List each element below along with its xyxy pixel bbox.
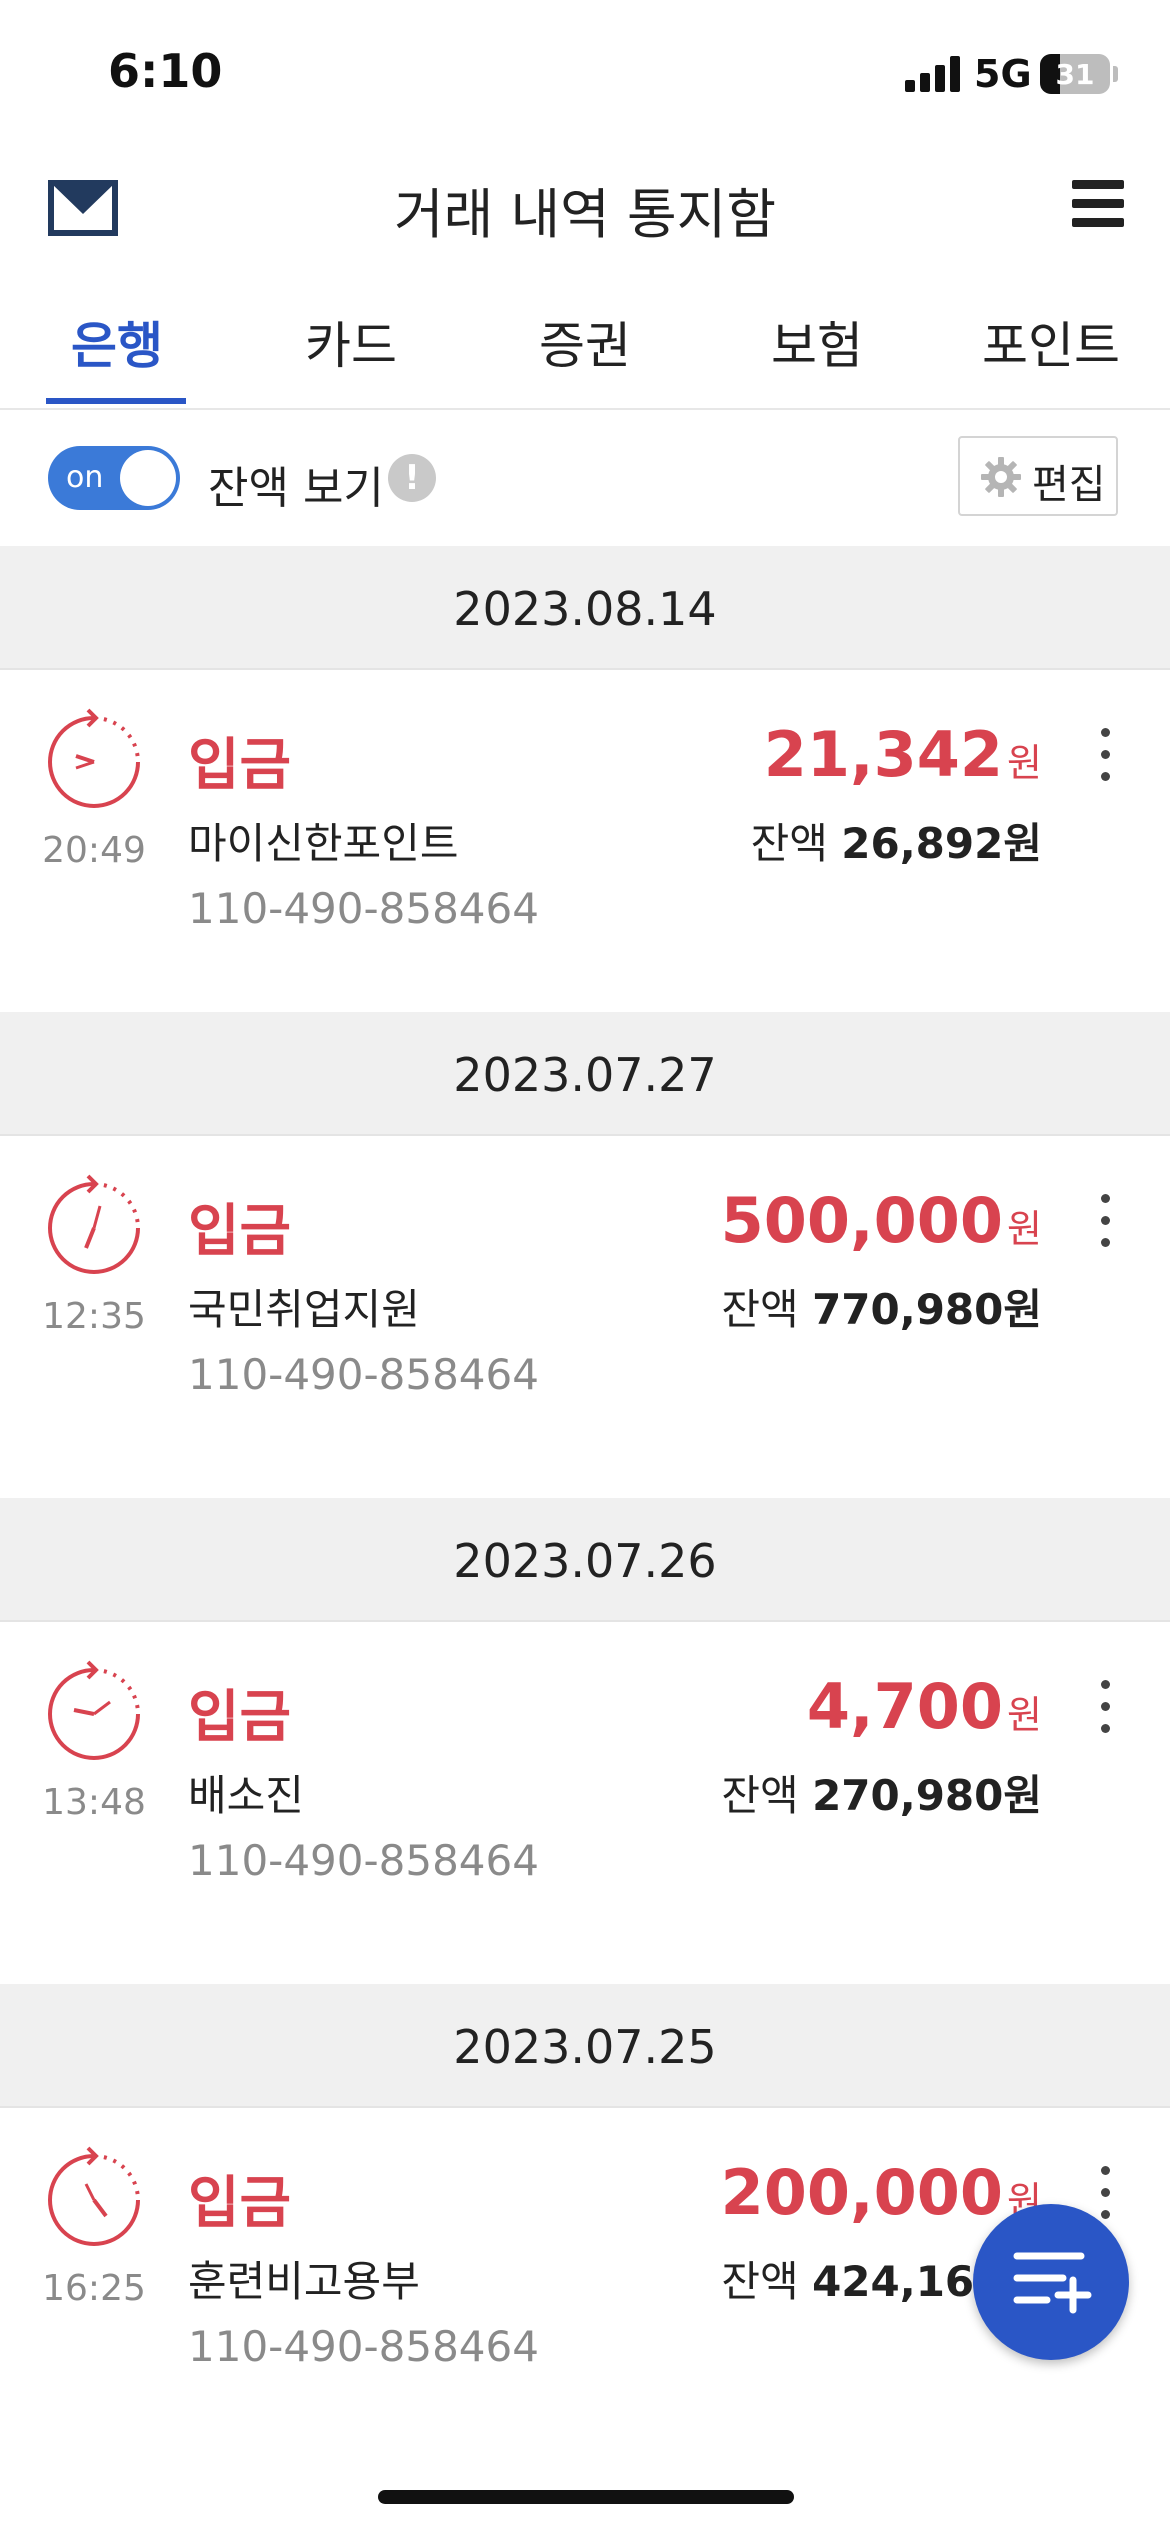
status-time: 6:10 bbox=[108, 44, 223, 98]
transaction-item[interactable]: 20:49 입금 마이신한포인트 110-490-858464 21,342 원 … bbox=[0, 670, 1170, 1032]
balance-value: 770,980원 bbox=[812, 1285, 1042, 1334]
gear-icon bbox=[981, 457, 1021, 497]
transaction-balance: 잔액 770,980원 bbox=[721, 1276, 1042, 1337]
battery-level: 31 bbox=[1055, 58, 1095, 91]
account-number: 110-490-858464 bbox=[188, 1350, 539, 1399]
transaction-time: 20:49 bbox=[42, 830, 146, 871]
date-header: 2023.08.14 bbox=[0, 546, 1170, 670]
date-header: 2023.07.25 bbox=[0, 1984, 1170, 2108]
balance-label: 잔액 bbox=[721, 1771, 799, 1820]
active-tab-indicator bbox=[46, 398, 186, 404]
page-title: 거래 내역 통지함 bbox=[393, 183, 777, 246]
toggle-state-label: on bbox=[66, 460, 104, 495]
add-list-icon bbox=[1013, 2252, 1092, 2314]
balance-label: 잔액 bbox=[721, 1285, 799, 1334]
battery-icon: 31 bbox=[1040, 54, 1110, 94]
transaction-description: 배소진 bbox=[188, 1771, 304, 1820]
transaction-type: 입금 bbox=[188, 1685, 292, 1750]
amount-unit: 원 bbox=[1007, 1693, 1042, 1737]
amount-value: 500,000 bbox=[720, 1184, 1004, 1257]
transaction-balance: 잔액 270,980원 bbox=[721, 1762, 1042, 1823]
date-header: 2023.07.26 bbox=[0, 1498, 1170, 1622]
transaction-item[interactable]: 13:48 입금 배소진 110-490-858464 4,700 원 잔액 27… bbox=[0, 1622, 1170, 1984]
transaction-time: 16:25 bbox=[42, 2268, 146, 2309]
battery-nub bbox=[1113, 66, 1118, 82]
amount-value: 200,000 bbox=[720, 2156, 1004, 2229]
transaction-type: 입금 bbox=[188, 1199, 292, 1264]
transaction-type: 입금 bbox=[188, 2171, 292, 2236]
clock-icon bbox=[48, 708, 140, 808]
clock-icon bbox=[48, 2146, 140, 2246]
amount-unit: 원 bbox=[1007, 1207, 1042, 1251]
add-filter-fab-button[interactable] bbox=[973, 2204, 1129, 2360]
more-options-icon[interactable] bbox=[1090, 1680, 1120, 1740]
signal-icon bbox=[905, 56, 961, 92]
transaction-amount: 200,000 원 bbox=[721, 2156, 1042, 2229]
transaction-time: 13:48 bbox=[42, 1782, 146, 1823]
transaction-description: 마이신한포인트 bbox=[188, 819, 459, 868]
status-bar: 6:10 5G 31 bbox=[0, 0, 1170, 150]
account-number: 110-490-858464 bbox=[188, 2322, 539, 2371]
transaction-time: 12:35 bbox=[42, 1296, 146, 1337]
amount-value: 21,342 bbox=[763, 718, 1004, 791]
app-header: 거래 내역 통지함 bbox=[0, 150, 1170, 280]
tab-bank[interactable]: 은행 bbox=[0, 306, 234, 378]
tab-point[interactable]: 포인트 bbox=[934, 306, 1168, 378]
tab-securities[interactable]: 증권 bbox=[468, 306, 702, 378]
home-indicator bbox=[378, 2490, 794, 2504]
transaction-amount: 500,000 원 bbox=[721, 1184, 1042, 1257]
amount-value: 4,700 bbox=[806, 1670, 1004, 1743]
edit-button[interactable]: 편집 bbox=[958, 436, 1118, 516]
balance-label: 잔액 bbox=[721, 2257, 799, 2306]
transaction-type: 입금 bbox=[188, 733, 292, 798]
date-label: 2023.07.27 bbox=[453, 1048, 717, 1102]
date-label: 2023.07.25 bbox=[453, 2020, 717, 2074]
balance-value: 270,980원 bbox=[812, 1771, 1042, 1820]
amount-unit: 원 bbox=[1007, 741, 1042, 785]
tab-insurance[interactable]: 보험 bbox=[700, 306, 934, 378]
transaction-amount: 4,700 원 bbox=[807, 1670, 1042, 1743]
transaction-balance: 잔액 26,892원 bbox=[751, 810, 1042, 871]
account-number: 110-490-858464 bbox=[188, 1836, 539, 1885]
balance-toggle-switch[interactable]: on bbox=[48, 446, 180, 510]
hamburger-menu-icon[interactable] bbox=[1072, 180, 1124, 228]
date-label: 2023.07.26 bbox=[453, 1534, 717, 1588]
info-icon[interactable]: ! bbox=[388, 454, 436, 502]
balance-value: 26,892원 bbox=[841, 819, 1042, 868]
balance-toggle-row: on 잔액 보기 ! 편집 bbox=[0, 410, 1170, 546]
more-options-icon[interactable] bbox=[1090, 728, 1120, 788]
category-tabs: 은행 카드 증권 보험 포인트 bbox=[0, 280, 1170, 410]
tab-card[interactable]: 카드 bbox=[234, 306, 468, 378]
edit-button-label: 편집 bbox=[1032, 462, 1106, 508]
balance-view-label: 잔액 보기 bbox=[208, 463, 384, 514]
network-label: 5G bbox=[974, 52, 1032, 96]
transaction-description: 훈련비고용부 bbox=[188, 2257, 420, 2306]
clock-icon bbox=[48, 1660, 140, 1760]
date-header: 2023.07.27 bbox=[0, 1012, 1170, 1136]
transaction-item[interactable]: 12:35 입금 국민취업지원 110-490-858464 500,000 원 … bbox=[0, 1136, 1170, 1498]
clock-icon bbox=[48, 1174, 140, 1274]
date-label: 2023.08.14 bbox=[453, 582, 717, 636]
balance-label: 잔액 bbox=[750, 819, 828, 868]
account-number: 110-490-858464 bbox=[188, 884, 539, 933]
toggle-knob bbox=[120, 450, 176, 506]
transaction-description: 국민취업지원 bbox=[188, 1285, 420, 1334]
more-options-icon[interactable] bbox=[1090, 1194, 1120, 1254]
transaction-amount: 21,342 원 bbox=[764, 718, 1042, 791]
